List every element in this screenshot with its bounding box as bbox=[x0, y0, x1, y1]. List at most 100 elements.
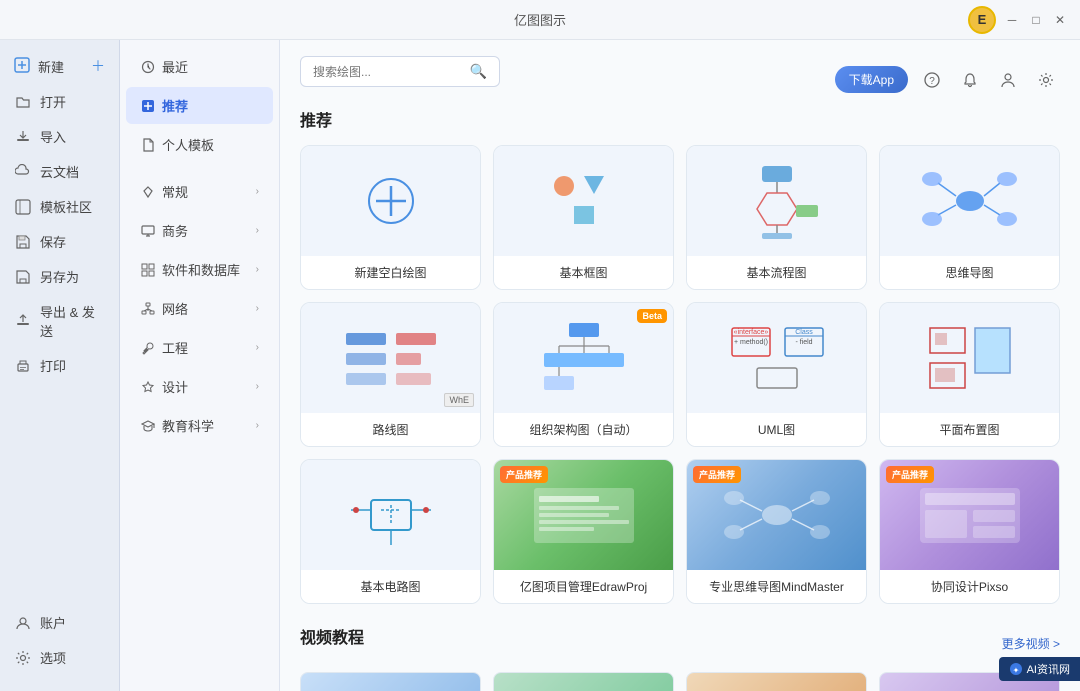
template-label-mindmap: 思维导图 bbox=[880, 256, 1059, 289]
cat-item-software[interactable]: 软件和数据库 › bbox=[126, 251, 273, 288]
svg-text:Class: Class bbox=[795, 329, 813, 336]
template-label-pixso: 协同设计Pixso bbox=[880, 570, 1059, 603]
template-card-basic-flow[interactable]: 基本流程图 bbox=[686, 145, 867, 290]
cat-item-engineering[interactable]: 工程 › bbox=[126, 329, 273, 366]
ai-watermark-label: AI资讯网 bbox=[1027, 661, 1070, 677]
template-card-edrawproj[interactable]: 产品推荐 亿图项目管理EdrawProj bbox=[493, 459, 674, 604]
template-img-mindmaster: 产品推荐 bbox=[687, 460, 866, 570]
options-icon bbox=[14, 649, 32, 667]
download-app-button[interactable]: 下载App bbox=[835, 66, 908, 93]
new-icon bbox=[14, 57, 30, 76]
cat-item-recent[interactable]: 最近 bbox=[126, 48, 273, 85]
monitor-icon bbox=[140, 223, 156, 239]
svg-text:«interface»: «interface» bbox=[733, 329, 768, 336]
svg-text:✦: ✦ bbox=[1012, 666, 1019, 675]
template-card-new-blank[interactable]: 新建空白绘图 bbox=[300, 145, 481, 290]
template-label-uml: UML图 bbox=[687, 413, 866, 446]
sidebar-label-import: 导入 bbox=[40, 127, 66, 146]
template-label-basic-flow: 基本流程图 bbox=[687, 256, 866, 289]
user-button[interactable] bbox=[994, 66, 1022, 94]
left-sidebar: 新建 ＋ 打开 导入 云文档 bbox=[0, 40, 120, 691]
ai-watermark: ✦ AI资讯网 bbox=[999, 657, 1080, 681]
video-card-1[interactable] bbox=[300, 672, 481, 691]
cat-label-education: 教育科学 bbox=[162, 416, 214, 435]
sidebar-label-export: 导出 & 发送 bbox=[40, 302, 105, 340]
section-title-recommend: 推荐 bbox=[300, 107, 1060, 131]
template-card-route[interactable]: WhE 路线图 bbox=[300, 302, 481, 447]
search-icon: 🔍 bbox=[470, 63, 487, 80]
titlebar: 亿图图示 E ─ □ ✕ bbox=[0, 0, 1080, 40]
template-card-mindmaster[interactable]: 产品推荐 专业思维导图MindMaster bbox=[686, 459, 867, 604]
template-card-org-auto[interactable]: Beta 组织架构图（自动） bbox=[493, 302, 674, 447]
arrow-icon: › bbox=[256, 420, 259, 431]
template-card-layout[interactable]: 平面布置图 bbox=[879, 302, 1060, 447]
search-input[interactable] bbox=[313, 65, 470, 79]
cat-item-general[interactable]: 常规 › bbox=[126, 173, 273, 210]
open-icon bbox=[14, 93, 32, 111]
arrow-icon: › bbox=[256, 225, 259, 236]
save-icon bbox=[14, 233, 32, 251]
cat-label-recommend: 推荐 bbox=[162, 96, 188, 115]
template-img-layout bbox=[880, 303, 1059, 413]
content-area: 🔍 下载App ? 推荐 bbox=[280, 40, 1080, 691]
avatar[interactable]: E bbox=[968, 6, 996, 34]
sidebar-item-account[interactable]: 账户 bbox=[0, 605, 119, 640]
svg-text:- field: - field bbox=[795, 339, 812, 346]
minimize-button[interactable]: ─ bbox=[1004, 12, 1020, 28]
cat-item-design[interactable]: 设计 › bbox=[126, 368, 273, 405]
cat-item-business[interactable]: 商务 › bbox=[126, 212, 273, 249]
sidebar-item-cloud[interactable]: 云文档 bbox=[0, 154, 119, 189]
help-button[interactable]: ? bbox=[918, 66, 946, 94]
template-card-basic-frame[interactable]: 基本框图 bbox=[493, 145, 674, 290]
community-icon bbox=[14, 198, 32, 216]
network-icon bbox=[140, 301, 156, 317]
template-label-layout: 平面布置图 bbox=[880, 413, 1059, 446]
notification-button[interactable] bbox=[956, 66, 984, 94]
settings-button[interactable] bbox=[1032, 66, 1060, 94]
template-card-uml[interactable]: «interface» + method() Class - field UML… bbox=[686, 302, 867, 447]
sidebar-item-print[interactable]: 打印 bbox=[0, 348, 119, 383]
arrow-icon: › bbox=[256, 186, 259, 197]
sidebar-item-new[interactable]: 新建 ＋ bbox=[0, 48, 119, 84]
sidebar-item-saveas[interactable]: 另存为 bbox=[0, 259, 119, 294]
saveas-icon bbox=[14, 268, 32, 286]
arrow-icon: › bbox=[256, 303, 259, 314]
template-img-uml: «interface» + method() Class - field bbox=[687, 303, 866, 413]
template-card-circuit[interactable]: 基本电路图 bbox=[300, 459, 481, 604]
video-thumb-2 bbox=[494, 673, 673, 691]
export-icon bbox=[14, 312, 32, 330]
sidebar-item-open[interactable]: 打开 bbox=[0, 84, 119, 119]
more-videos-link[interactable]: 更多视频 > bbox=[1002, 635, 1060, 652]
template-img-new-blank bbox=[301, 146, 480, 256]
cat-item-education[interactable]: 教育科学 › bbox=[126, 407, 273, 444]
sidebar-label-save: 保存 bbox=[40, 232, 66, 251]
template-label-basic-frame: 基本框图 bbox=[494, 256, 673, 289]
sidebar-item-community[interactable]: 模板社区 bbox=[0, 189, 119, 224]
sidebar-item-export[interactable]: 导出 & 发送 bbox=[0, 294, 119, 348]
beta-badge: Beta bbox=[637, 309, 667, 323]
template-card-pixso[interactable]: 产品推荐 协同设计Pixso bbox=[879, 459, 1060, 604]
sidebar-item-import[interactable]: 导入 bbox=[0, 119, 119, 154]
video-section-title: 视频教程 bbox=[300, 624, 364, 648]
cat-item-recommend[interactable]: 推荐 bbox=[126, 87, 273, 124]
main-layout: 新建 ＋ 打开 导入 云文档 bbox=[0, 40, 1080, 691]
cloud-icon bbox=[14, 163, 32, 181]
template-img-mindmap bbox=[880, 146, 1059, 256]
cat-item-personal[interactable]: 个人模板 bbox=[126, 126, 273, 163]
sidebar-item-save[interactable]: 保存 bbox=[0, 224, 119, 259]
import-icon bbox=[14, 128, 32, 146]
video-card-3[interactable] bbox=[686, 672, 867, 691]
template-card-mindmap[interactable]: 思维导图 bbox=[879, 145, 1060, 290]
video-card-2[interactable] bbox=[493, 672, 674, 691]
close-button[interactable]: ✕ bbox=[1052, 12, 1068, 28]
template-img-pixso: 产品推荐 bbox=[880, 460, 1059, 570]
template-label-mindmaster: 专业思维导图MindMaster bbox=[687, 570, 866, 603]
cat-label-business: 商务 bbox=[162, 221, 188, 240]
cat-label-general: 常规 bbox=[162, 182, 188, 201]
category-sidebar: 最近 推荐 个人模板 bbox=[120, 40, 280, 691]
maximize-button[interactable]: □ bbox=[1028, 12, 1044, 28]
sidebar-item-options[interactable]: 选项 bbox=[0, 640, 119, 675]
template-img-org-auto: Beta bbox=[494, 303, 673, 413]
cat-item-network[interactable]: 网络 › bbox=[126, 290, 273, 327]
star-icon bbox=[140, 98, 156, 114]
